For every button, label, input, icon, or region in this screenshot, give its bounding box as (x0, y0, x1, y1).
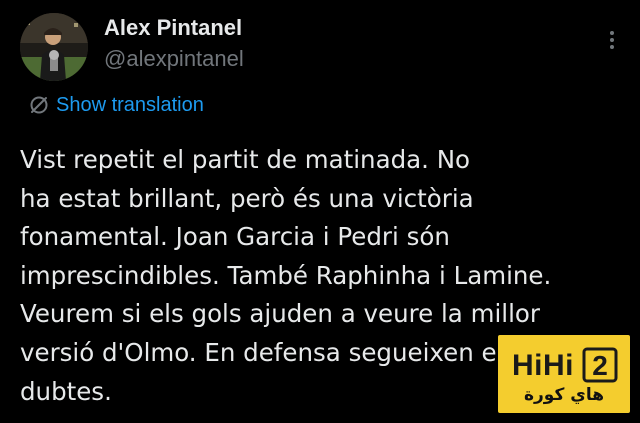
tweet-line: imprescindibles. També Raphinha i Lamine… (20, 260, 552, 290)
show-translation-button[interactable]: Show translation (28, 92, 204, 118)
hihi2-watermark: HiHi 2 هاي كورة (498, 335, 630, 413)
hihi2-logo: HiHi 2 (498, 343, 630, 385)
more-vertical-icon-dot (610, 45, 614, 49)
tweet-line: fonamental. Joan Garcia i Pedri són (20, 222, 450, 252)
tweet-line: versió d'Olmo. En defensa segueixen els (20, 337, 517, 367)
tweet-line: ha estat brillant, però és una victòria (20, 183, 474, 213)
svg-text:HiHi: HiHi (512, 349, 574, 382)
tweet-line: Vist repetit el partit de matinada. No (20, 145, 471, 174)
translate-icon (30, 96, 48, 114)
author-avatar[interactable] (20, 13, 88, 81)
tweet-line: Veurem si els gols ajuden a veure la mil… (20, 299, 540, 329)
more-vertical-icon-dot (610, 38, 614, 42)
more-vertical-icon (610, 31, 614, 35)
avatar-photo (20, 13, 88, 81)
author-handle[interactable]: @alexpintanel (104, 45, 244, 73)
svg-text:2: 2 (592, 350, 608, 381)
more-options-button[interactable] (600, 26, 624, 54)
author-display-name[interactable]: Alex Pintanel (104, 14, 242, 42)
show-translation-label: Show translation (56, 94, 204, 116)
hihi2-arabic-caption: هاي كورة (523, 385, 605, 405)
tweet-line: dubtes. (20, 376, 112, 406)
